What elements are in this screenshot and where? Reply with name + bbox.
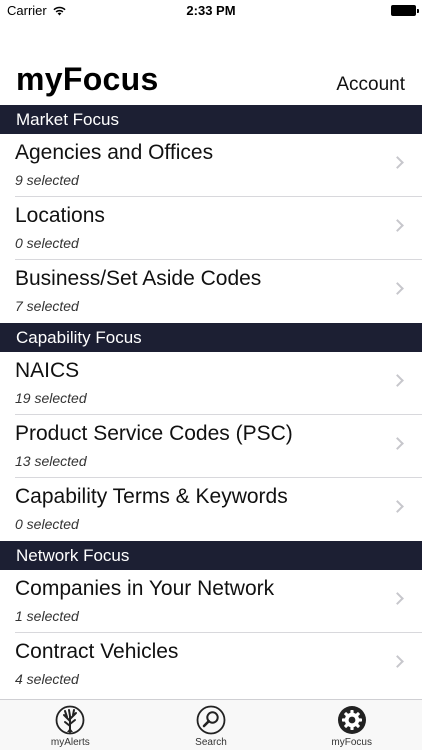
section-header-market-focus: Market Focus	[0, 105, 422, 134]
tree-icon	[55, 705, 85, 735]
list-item-title: Contract Vehicles	[15, 640, 179, 663]
list-item-subtitle: 9 selected	[15, 172, 79, 188]
screen: Carrier 2:33 PM myFocus Account Market F…	[0, 0, 422, 750]
list-item-companies-in-your-network[interactable]: Companies in Your Network 1 selected	[0, 570, 422, 633]
list-item-subtitle: 7 selected	[15, 298, 79, 314]
list-item-contract-vehicles[interactable]: Contract Vehicles 4 selected	[0, 633, 422, 696]
chevron-right-icon	[391, 219, 404, 232]
list-item-subtitle: 1 selected	[15, 608, 79, 624]
list-item-locations[interactable]: Locations 0 selected	[0, 197, 422, 260]
status-bar: Carrier 2:33 PM	[0, 0, 422, 22]
header: myFocus Account	[0, 52, 422, 104]
list-item-subtitle: 4 selected	[15, 671, 79, 687]
chevron-right-icon	[391, 655, 404, 668]
status-time: 2:33 PM	[186, 3, 236, 18]
battery-icon	[391, 5, 419, 16]
chevron-right-icon	[391, 500, 404, 513]
chevron-right-icon	[391, 437, 404, 450]
chevron-right-icon	[391, 374, 404, 387]
list-item-subtitle: 0 selected	[15, 235, 79, 251]
list-item-title: Companies in Your Network	[15, 577, 275, 600]
list-item-product-service-codes[interactable]: Product Service Codes (PSC) 13 selected	[0, 415, 422, 478]
tab-label: Search	[195, 737, 227, 748]
list-item-agencies-and-offices[interactable]: Agencies and Offices 9 selected	[0, 134, 422, 197]
list-item-title: Agencies and Offices	[15, 141, 214, 164]
chevron-right-icon	[391, 282, 404, 295]
list-item-title: Capability Terms & Keywords	[15, 485, 288, 508]
list-item-title: Product Service Codes (PSC)	[15, 422, 293, 445]
page-title: myFocus	[16, 61, 159, 97]
section-header-network-focus: Network Focus	[0, 541, 422, 570]
list-item-title: Business/Set Aside Codes	[15, 267, 262, 290]
list-item-subtitle: 13 selected	[15, 453, 87, 469]
tab-label: myFocus	[331, 737, 372, 748]
tab-myfocus[interactable]: myFocus	[281, 700, 422, 750]
account-button[interactable]: Account	[336, 74, 405, 96]
list-item-business-set-aside-codes[interactable]: Business/Set Aside Codes 7 selected	[0, 260, 422, 323]
tab-bar: myAlerts Search myFocus	[0, 699, 422, 750]
list-item-subtitle: 19 selected	[15, 390, 87, 406]
gear-icon	[337, 706, 366, 734]
list-item-naics[interactable]: NAICS 19 selected	[0, 352, 422, 415]
list-item-capability-terms-keywords[interactable]: Capability Terms & Keywords 0 selected	[0, 478, 422, 541]
tab-label: myAlerts	[50, 737, 90, 748]
list-item-subtitle: 0 selected	[15, 516, 79, 532]
tab-myalerts[interactable]: myAlerts	[0, 700, 141, 750]
section-header-capability-focus: Capability Focus	[0, 323, 422, 352]
list-item-title: Locations	[15, 204, 105, 227]
tab-search[interactable]: Search	[141, 700, 282, 750]
focus-list: Market Focus Agencies and Offices 9 sele…	[0, 105, 422, 696]
list-item-title: NAICS	[15, 359, 80, 382]
search-icon	[196, 705, 226, 735]
chevron-right-icon	[391, 592, 404, 605]
chevron-right-icon	[391, 156, 404, 169]
